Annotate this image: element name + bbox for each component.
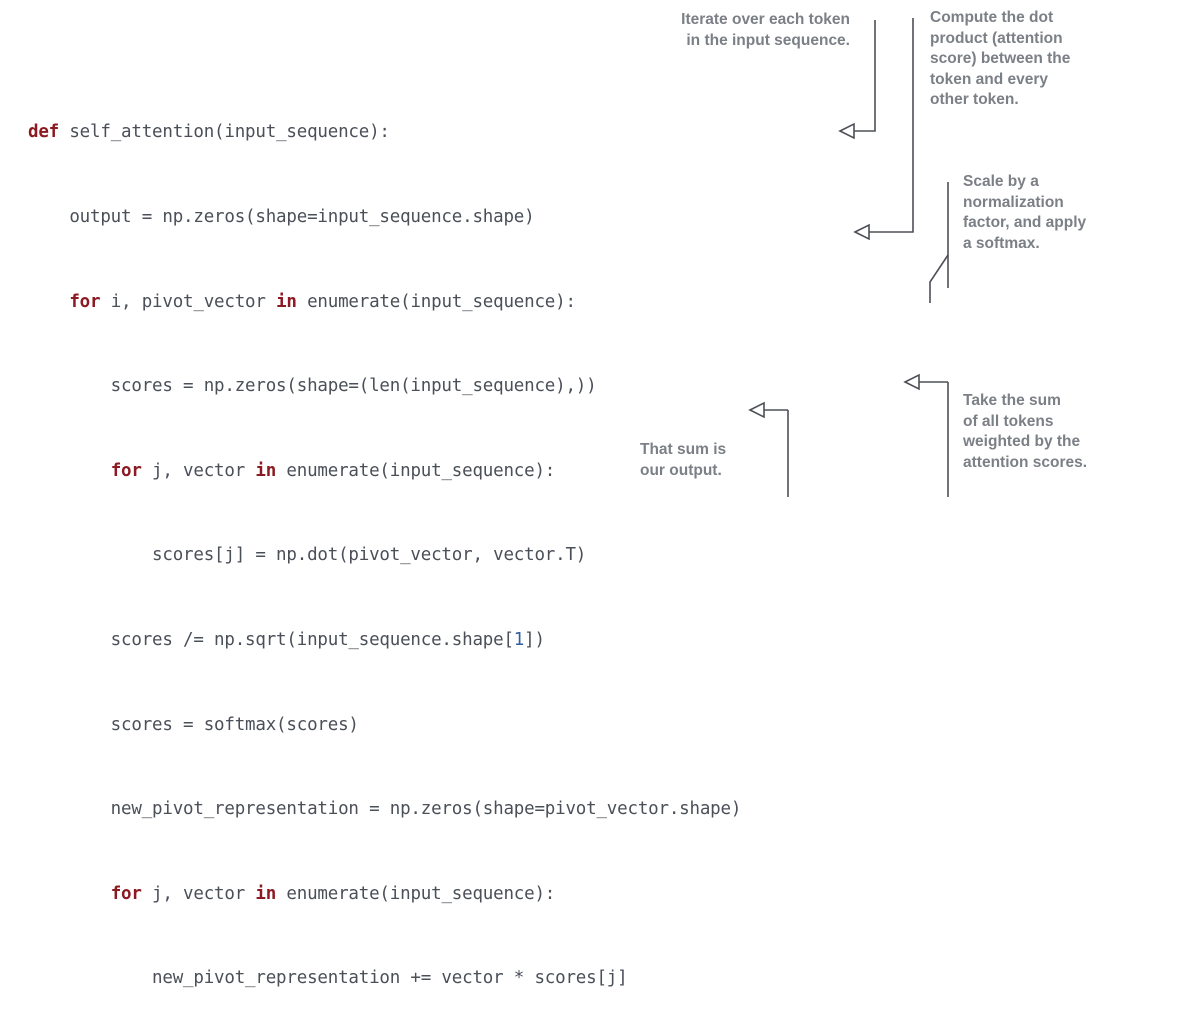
- annotation-iterate-tokens: Iterate over each token in the input seq…: [681, 11, 850, 49]
- leader-compute-dot-product: [855, 18, 914, 233]
- code-token: for: [110, 883, 142, 904]
- code-line: scores = softmax(scores): [28, 711, 741, 739]
- code-token: j, vector: [141, 883, 256, 904]
- code-token: scores = softmax(scores): [28, 714, 359, 735]
- code-token: in: [276, 291, 297, 312]
- code-token: i, pivot_vector: [100, 291, 277, 312]
- code-token: ]): [524, 629, 545, 650]
- code-token: new_pivot_representation = np.zeros(shap…: [28, 799, 742, 820]
- code-token: 1: [513, 629, 525, 650]
- code-line: new_pivot_representation += vector * sco…: [28, 964, 741, 992]
- code-token: new_pivot_representation += vector * sco…: [28, 968, 628, 989]
- arrowhead-take-the-sum: [903, 373, 920, 391]
- figure-canvas: def self_attention(input_sequence): outp…: [0, 0, 1182, 988]
- leader-scale-normalization-kink: [929, 254, 949, 303]
- arrowhead-compute-dot-product: [853, 223, 870, 241]
- annotation-take-the-sum: Take the sum of all tokens weighted by t…: [963, 392, 1088, 471]
- code-line: def self_attention(input_sequence):: [28, 118, 741, 146]
- code-token: output = np.zeros(shape=input_sequence.s…: [28, 207, 535, 227]
- code-token: scores[j] = np.dot(pivot_vector, vector.…: [28, 545, 587, 566]
- code-line: for j, vector in enumerate(input_sequenc…: [28, 457, 741, 485]
- code-token: enumerate(input_sequence):: [276, 883, 556, 904]
- code-token: in: [255, 460, 277, 481]
- code-token: self_attention(input_sequence):: [59, 122, 390, 143]
- code-line: scores /= np.sqrt(input_sequence.shape[1…: [28, 626, 741, 654]
- leader-take-the-sum: [905, 381, 949, 497]
- code-token: j, vector: [141, 460, 256, 481]
- code-token: def: [28, 122, 60, 143]
- code-token: for: [110, 460, 142, 481]
- code-token: scores = np.zeros(shape=(len(input_seque…: [28, 376, 597, 397]
- arrowhead-that-sum-output: [748, 401, 765, 419]
- code-line: output = np.zeros(shape=input_sequence.s…: [28, 203, 741, 231]
- code-token: enumerate(input_sequence):: [296, 291, 576, 312]
- code-listing: def self_attention(input_sequence): outp…: [28, 62, 741, 1018]
- code-token: in: [255, 883, 277, 904]
- code-token: scores /= np.sqrt(input_sequence.shape[: [28, 629, 514, 650]
- annotation-that-sum-output: That sum is our output.: [640, 441, 727, 479]
- code-line: scores[j] = np.dot(pivot_vector, vector.…: [28, 541, 741, 569]
- arrowhead-iterate-tokens: [838, 122, 855, 140]
- code-line: scores = np.zeros(shape=(len(input_seque…: [28, 372, 741, 400]
- annotation-scale-normalization: Scale by a normalization factor, and app…: [963, 173, 1087, 252]
- code-token: for: [69, 291, 101, 312]
- code-line: for i, pivot_vector in enumerate(input_s…: [28, 288, 741, 316]
- code-token: enumerate(input_sequence):: [276, 460, 556, 481]
- code-line: new_pivot_representation = np.zeros(shap…: [28, 795, 742, 823]
- code-line: for j, vector in enumerate(input_sequenc…: [28, 880, 741, 908]
- annotation-compute-dot-product: Compute the dot product (attention score…: [930, 9, 1071, 109]
